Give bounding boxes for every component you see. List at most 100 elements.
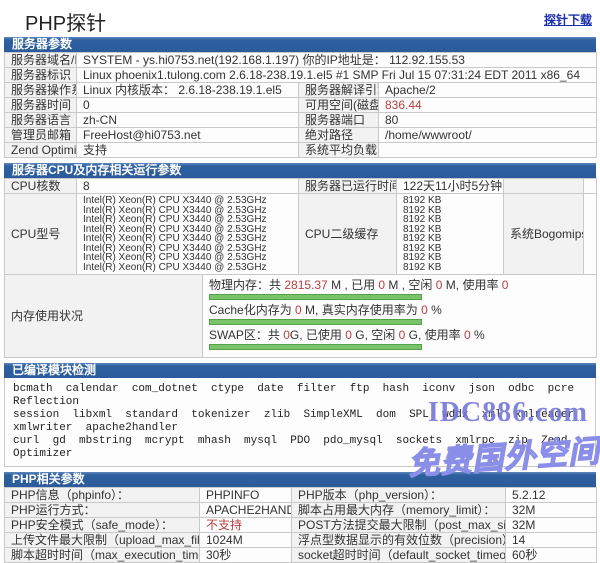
table-row: Zend Optimizer支持系统平均负载 bbox=[5, 143, 597, 158]
memory-usage-text: 物理内存：共 2815.37 M , 已用 0 M , 空闲 0 M, 使用率 … bbox=[209, 279, 590, 292]
value-text: % bbox=[428, 303, 442, 317]
value-text: SWAP区：共 bbox=[209, 328, 283, 342]
param-value: 32M bbox=[506, 518, 597, 533]
memory-usage-item: 物理内存：共 2815.37 M , 已用 0 M , 空闲 0 M, 使用率 … bbox=[209, 279, 590, 300]
param-label: 服务器域名/IP地址 bbox=[5, 53, 77, 68]
memory-usage-item: SWAP区：共 0G, 已使用 0 G, 空闲 0 G, 使用率 0 % bbox=[209, 329, 590, 350]
param-label: CPU二级缓存 bbox=[299, 194, 397, 275]
param-label: 浮点型数据显示的有效位数（precision）： bbox=[292, 533, 506, 548]
table-row: 服务器标识 Linux phoenix1.tulong.com 2.6.18-23… bbox=[5, 68, 597, 83]
value-text: Linux 内核版本： 2.6.18-238.19.1.el5 bbox=[83, 83, 282, 97]
section-header-modules: 已编译模块检测 bbox=[4, 363, 596, 378]
param-label: 管理员邮箱 bbox=[5, 128, 77, 143]
table-row: 服务器操作系统 Linux 内核版本： 2.6.18-238.19.1.el5 服务… bbox=[5, 83, 597, 98]
value-highlight: 836.44 bbox=[385, 98, 422, 112]
param-value: 80 bbox=[379, 113, 597, 128]
value-text: 60秒 bbox=[512, 548, 537, 562]
param-value bbox=[584, 194, 597, 275]
php-params-table: PHP信息（phpinfo）：PHPINFOPHP版本（php_version）… bbox=[4, 487, 597, 563]
table-row: 上传文件最大限制（upload_max_filesize）：1024M浮点型数据… bbox=[5, 533, 597, 548]
value-text: PHPINFO bbox=[206, 488, 259, 502]
value-text: 8 bbox=[83, 179, 90, 193]
param-value: 不支持 bbox=[200, 518, 292, 533]
param-label: 脚本占用最大内存（memory_limit）： bbox=[292, 503, 506, 518]
param-label: 服务器标识 bbox=[5, 68, 77, 83]
value-text: 30秒 bbox=[206, 548, 231, 562]
value-text: /home/wwwroot/ bbox=[385, 128, 472, 142]
probe-download-link[interactable]: 探针下载 bbox=[544, 11, 592, 28]
param-value: /home/wwwroot/ bbox=[379, 128, 597, 143]
table-row: 服务器域名/IP地址 SYSTEM - ys.hi0753.net(192.168… bbox=[5, 53, 597, 68]
param-value: 5.2.12 bbox=[506, 488, 597, 503]
param-label: 服务器时间 bbox=[5, 98, 77, 113]
value-text: 80 bbox=[385, 113, 398, 127]
value-text: Apache/2 bbox=[385, 83, 436, 97]
value-highlight: 0 bbox=[295, 303, 302, 317]
param-value: 1024M bbox=[200, 533, 292, 548]
param-label: CPU核数 bbox=[5, 179, 77, 194]
memory-progress-bar bbox=[209, 344, 422, 350]
value-text: M , 空闲 bbox=[385, 278, 436, 292]
param-label: PHP运行方式： bbox=[5, 503, 200, 518]
param-value: 0 bbox=[77, 98, 299, 113]
value-text: 物理内存：共 bbox=[209, 278, 284, 292]
param-value: Linux 内核版本： 2.6.18-238.19.1.el5 bbox=[77, 83, 299, 98]
value-text: SYSTEM - ys.hi0753.net(192.168.1.197) 你的… bbox=[83, 53, 465, 67]
section-header-php-params: PHP相关参数 bbox=[4, 472, 596, 487]
param-label: CPU型号 bbox=[5, 194, 77, 275]
param-label: PHP版本（php_version）： bbox=[292, 488, 506, 503]
param-label: 系统Bogomips bbox=[504, 194, 584, 275]
value-text: zh-CN bbox=[83, 113, 117, 127]
param-value: 14 bbox=[506, 533, 597, 548]
value-text: G, 已使用 bbox=[290, 328, 345, 342]
value-text: 1024M bbox=[206, 533, 243, 547]
param-label: Zend Optimizer bbox=[5, 143, 77, 158]
page-title: PHP探针 bbox=[25, 7, 106, 36]
table-row: 服务器语言zh-CN服务器端口80 bbox=[5, 113, 597, 128]
table-row: 脚本超时时间（max_execution_time）：30秒socket超时时间… bbox=[5, 548, 597, 563]
value-text: % bbox=[471, 328, 485, 342]
param-value bbox=[379, 143, 597, 158]
section-header-cpu-memory: 服务器CPU及内存相关运行参数 bbox=[4, 163, 596, 178]
param-value: 122天11小时5分钟 bbox=[397, 179, 504, 194]
value-text: M , 已用 bbox=[328, 278, 379, 292]
param-value: Intel(R) Xeon(R) CPU X3440 @ 2.53GHzInte… bbox=[77, 194, 299, 275]
param-label: 服务器解译引擎 bbox=[299, 83, 379, 98]
value-text: 32M bbox=[512, 518, 535, 532]
param-value: 支持 bbox=[77, 143, 299, 158]
value-text: Linux phoenix1.tulong.com 2.6.18-238.19.… bbox=[83, 68, 580, 82]
value-highlight: 0 bbox=[421, 303, 428, 317]
value-text: 0 bbox=[83, 98, 90, 112]
table-row: CPU核数8服务器已运行时间122天11小时5分钟 bbox=[5, 179, 597, 194]
param-label: 系统平均负载 bbox=[299, 143, 379, 158]
value-highlight: 0 bbox=[464, 328, 471, 342]
compiled-modules-list: bcmath calendar com_dotnet ctype date fi… bbox=[4, 378, 596, 467]
param-label: 可用空间(磁盘区) bbox=[299, 98, 379, 113]
param-value: 836.44 bbox=[379, 98, 597, 113]
param-label: socket超时时间（default_socket_timeout）： bbox=[292, 548, 506, 563]
param-value: 8 bbox=[77, 179, 299, 194]
value-highlight: 0 bbox=[502, 278, 509, 292]
memory-usage-text: Cache化内存为 0 M, 真实内存使用率为 0 % bbox=[209, 304, 590, 317]
value-text: 5.2.12 bbox=[512, 488, 545, 502]
param-value: SYSTEM - ys.hi0753.net(192.168.1.197) 你的… bbox=[77, 53, 597, 68]
value-text: FreeHost@hi0753.net bbox=[83, 128, 201, 142]
value-text: Cache化内存为 bbox=[209, 303, 295, 317]
value-highlight: 不支持 bbox=[206, 518, 242, 532]
module-list-line: session libxml standard tokenizer zlib S… bbox=[13, 409, 587, 435]
table-row: PHP信息（phpinfo）：PHPINFOPHP版本（php_version）… bbox=[5, 488, 597, 503]
module-list-line: curl gd mbstring mcrypt mhash mysql PDO … bbox=[13, 435, 587, 461]
table-row: 管理员邮箱 FreeHost@hi0753.net 绝对路径/home/wwwroo… bbox=[5, 128, 597, 143]
param-value: Linux phoenix1.tulong.com 2.6.18-238.19.… bbox=[77, 68, 597, 83]
memory-usage-content: 物理内存：共 2815.37 M , 已用 0 M , 空闲 0 M, 使用率 … bbox=[203, 275, 597, 358]
table-row: PHP运行方式： APACHE2HANDLER脚本占用最大内存（memory_li… bbox=[5, 503, 597, 518]
memory-progress-bar bbox=[209, 319, 422, 325]
param-label: 服务器操作系统 bbox=[5, 83, 77, 98]
value-text: 122天11小时5分钟 bbox=[403, 179, 502, 193]
value-text: APACHE2HANDLER bbox=[206, 503, 292, 517]
value-text: 14 bbox=[512, 533, 525, 547]
param-label: 绝对路径 bbox=[299, 128, 379, 143]
param-value: 8192 KB8192 KB8192 KB8192 KB8192 KB8192 … bbox=[397, 194, 504, 275]
param-value bbox=[584, 179, 597, 194]
server-params-table: 服务器域名/IP地址 SYSTEM - ys.hi0753.net(192.168… bbox=[4, 52, 597, 158]
